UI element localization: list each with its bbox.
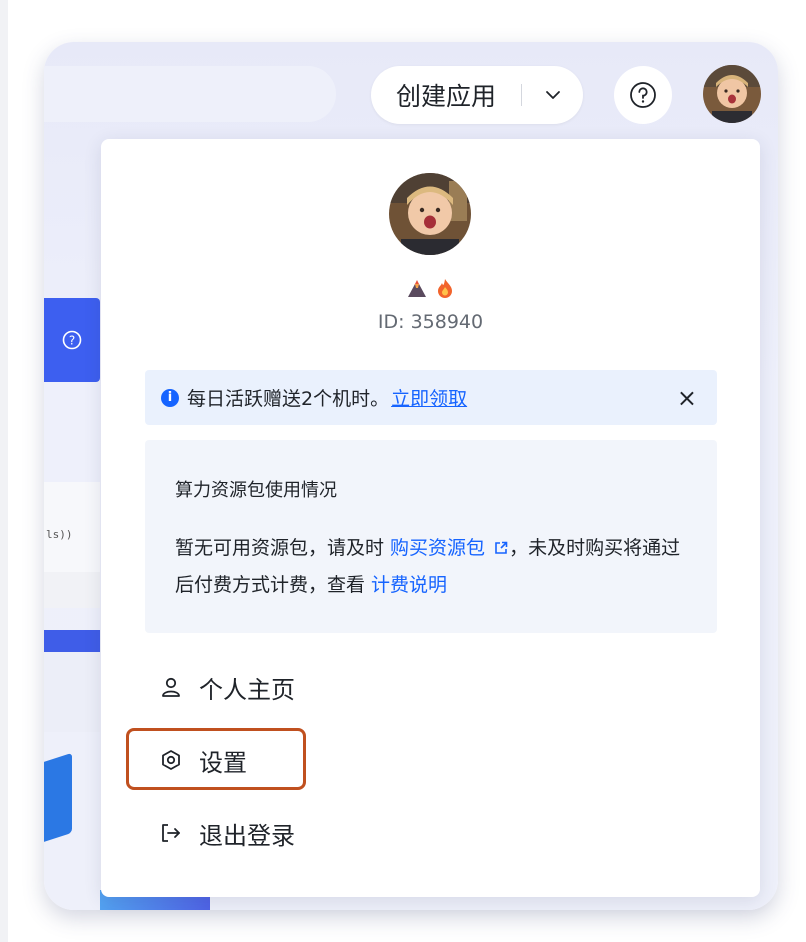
- menu-item-profile[interactable]: 个人主页: [159, 667, 295, 707]
- user-badges: [101, 277, 760, 299]
- menu-item-logout[interactable]: 退出登录: [159, 813, 295, 853]
- code-panel: [44, 482, 100, 572]
- info-icon: i: [161, 388, 179, 407]
- help-button[interactable]: [614, 66, 672, 124]
- menu-item-label: 退出登录: [199, 821, 295, 850]
- billing-info-link[interactable]: 计费说明: [371, 574, 447, 596]
- quota-text-1: 暂无可用资源包，请及时: [175, 537, 391, 559]
- help-small-icon: ?: [62, 330, 82, 350]
- sidebar-tab[interactable]: ?: [44, 298, 100, 382]
- page-left-edge: [0, 0, 8, 942]
- user-icon: [159, 676, 183, 698]
- quota-description: 暂无可用资源包，请及时 购买资源包 ，未及时购买将通过后付费方式计费，查看 计费…: [175, 530, 695, 604]
- help-icon: [630, 82, 656, 108]
- create-app-label: 创建应用: [395, 82, 496, 111]
- quota-title: 算力资源包使用情况: [175, 480, 337, 501]
- profile-avatar[interactable]: [389, 173, 471, 255]
- menu-item-label: 个人主页: [199, 675, 295, 704]
- close-icon[interactable]: ×: [677, 384, 697, 412]
- logout-icon: [159, 822, 183, 844]
- user-id: ID: 358940: [377, 311, 484, 333]
- search-bar[interactable]: [44, 66, 336, 122]
- chevron-down-icon[interactable]: [522, 90, 583, 100]
- code-fragment: ls)): [46, 528, 73, 541]
- decorative-shape: [44, 752, 72, 844]
- svg-text:?: ?: [69, 334, 75, 348]
- settings-highlight: [126, 728, 306, 790]
- external-link-icon: [495, 541, 508, 554]
- avatar[interactable]: [703, 65, 761, 123]
- fire-badge-icon: [437, 279, 452, 298]
- quota-card: 算力资源包使用情况 暂无可用资源包，请及时 购买资源包 ，未及时购买将通过后付费…: [145, 440, 717, 633]
- blue-strip: [44, 630, 100, 652]
- code-panel-row: [44, 572, 100, 608]
- create-app-button[interactable]: 创建应用: [371, 66, 583, 124]
- content-fragment: [44, 652, 100, 732]
- volcano-badge-icon: [407, 280, 426, 297]
- notice-text: 每日活跃赠送2个机时。: [187, 388, 390, 410]
- claim-link[interactable]: 立即领取: [391, 384, 467, 411]
- buy-package-link[interactable]: 购买资源包: [390, 537, 509, 559]
- daily-bonus-notice: i 每日活跃赠送2个机时。 立即领取 ×: [145, 370, 717, 425]
